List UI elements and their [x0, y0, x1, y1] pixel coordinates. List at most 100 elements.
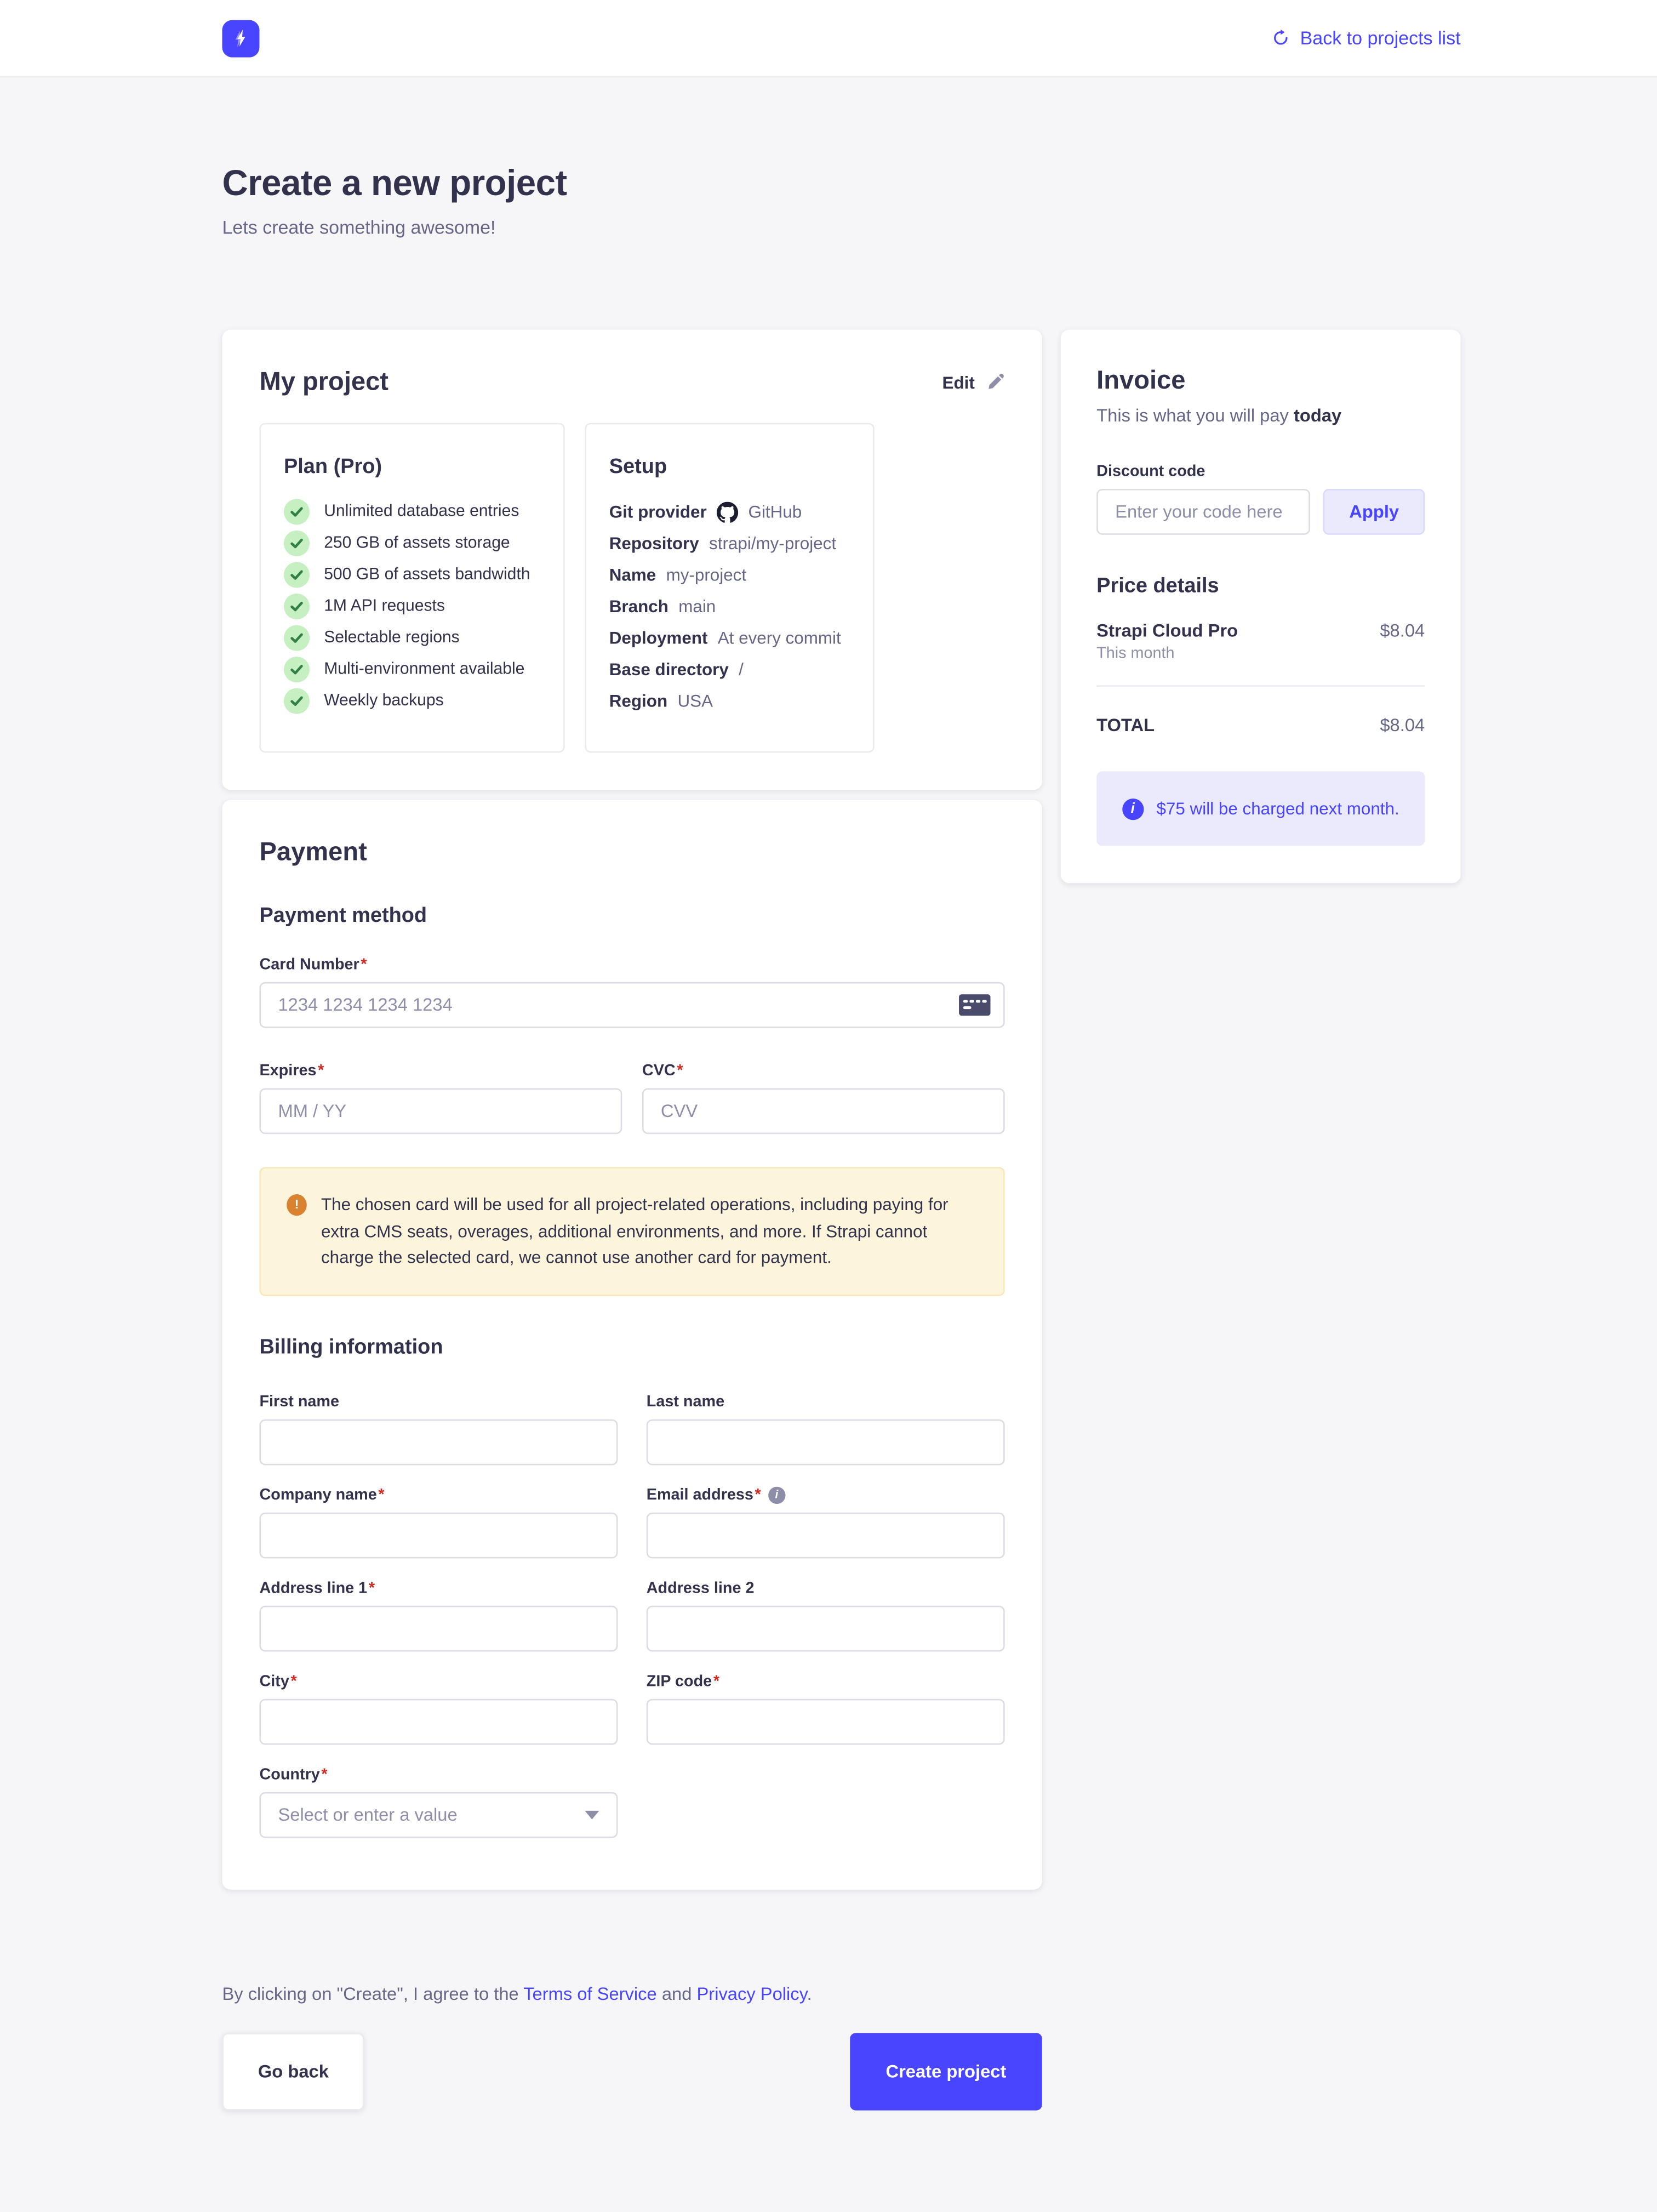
my-project-title: My project	[259, 367, 388, 397]
company-name-input[interactable]	[259, 1512, 618, 1558]
zip-code-field: ZIP code*	[647, 1673, 1005, 1744]
card-number-input[interactable]	[259, 982, 1004, 1028]
last-name-field: Last name	[647, 1393, 1005, 1465]
expires-input[interactable]	[259, 1088, 622, 1134]
invoice-total-row: TOTAL $8.04	[1096, 715, 1425, 736]
back-link-label: Back to projects list	[1300, 27, 1461, 49]
setup-row-branch: Branch main	[609, 594, 850, 619]
payment-card: Payment Payment method Card Number*	[222, 800, 1042, 1890]
app-header: Back to projects list	[0, 0, 1657, 77]
plan-box: Plan (Pro) Unlimited database entries 25…	[259, 423, 564, 753]
country-label: Country*	[259, 1766, 618, 1783]
billing-information-title: Billing information	[259, 1336, 1004, 1359]
total-amount: $8.04	[1380, 715, 1425, 736]
apply-button[interactable]: Apply	[1323, 489, 1425, 535]
plan-feature: 250 GB of assets storage	[284, 531, 540, 556]
check-icon	[284, 688, 310, 714]
first-name-label: First name	[259, 1393, 618, 1410]
edit-button-label: Edit	[942, 372, 975, 392]
last-name-input[interactable]	[647, 1419, 1005, 1465]
setup-row-deployment: Deployment At every commit	[609, 625, 850, 651]
check-icon	[284, 594, 310, 619]
check-icon	[284, 657, 310, 682]
info-icon[interactable]: i	[768, 1486, 785, 1503]
plan-feature: Multi-environment available	[284, 657, 540, 682]
discount-code-input[interactable]	[1096, 489, 1310, 535]
expires-label: Expires*	[259, 1062, 622, 1079]
required-asterisk: *	[713, 1673, 719, 1690]
setup-row-repository: Repository strapi/my-project	[609, 531, 850, 556]
rotate-arrow-icon	[1271, 28, 1290, 47]
next-month-charge-note: i $75 will be charged next month.	[1096, 771, 1425, 846]
invoice-title: Invoice	[1096, 366, 1425, 396]
next-month-charge-text: $75 will be charged next month.	[1156, 799, 1399, 819]
payment-method-title: Payment method	[259, 905, 1004, 928]
total-label: TOTAL	[1096, 715, 1155, 736]
country-select[interactable]: Select or enter a value	[259, 1792, 618, 1838]
address-line-2-field: Address line 2	[647, 1580, 1005, 1651]
card-usage-warning-text: The chosen card will be used for all pro…	[321, 1191, 978, 1272]
right-column: Invoice This is what you will pay today …	[1061, 330, 1461, 883]
required-asterisk: *	[755, 1486, 761, 1503]
create-project-button[interactable]: Create project	[850, 2033, 1042, 2110]
required-asterisk: *	[361, 956, 367, 973]
required-asterisk: *	[677, 1062, 683, 1079]
invoice-divider	[1096, 685, 1425, 687]
payment-title: Payment	[259, 837, 1004, 868]
required-asterisk: *	[321, 1766, 327, 1783]
email-address-field: Email address* i	[647, 1486, 1005, 1558]
address-line-2-input[interactable]	[647, 1605, 1005, 1651]
first-name-input[interactable]	[259, 1419, 618, 1465]
plan-feature: Selectable regions	[284, 625, 540, 651]
plan-feature: Unlimited database entries	[284, 499, 540, 525]
line-item-amount: $8.04	[1380, 621, 1425, 641]
back-to-projects-link[interactable]: Back to projects list	[1271, 27, 1460, 49]
plan-feature: 1M API requests	[284, 594, 540, 619]
setup-row-base-directory: Base directory /	[609, 657, 850, 682]
edit-button[interactable]: Edit	[942, 372, 1005, 392]
address-line-1-input[interactable]	[259, 1605, 618, 1651]
city-label: City*	[259, 1673, 618, 1690]
terms-of-service-link[interactable]: Terms of Service	[523, 1984, 657, 2004]
go-back-button[interactable]: Go back	[222, 2033, 364, 2110]
check-icon	[284, 499, 310, 525]
strapi-logo[interactable]	[222, 19, 259, 56]
check-icon	[284, 625, 310, 651]
required-asterisk: *	[369, 1580, 375, 1597]
plan-title: Plan (Pro)	[284, 456, 540, 479]
first-name-field: First name	[259, 1393, 618, 1465]
country-select-placeholder: Select or enter a value	[278, 1805, 457, 1825]
last-name-label: Last name	[647, 1393, 1005, 1410]
expires-field: Expires*	[259, 1062, 622, 1134]
privacy-policy-link[interactable]: Privacy Policy	[696, 1984, 807, 2004]
zip-code-input[interactable]	[647, 1698, 1005, 1744]
credit-card-icon	[959, 994, 991, 1016]
city-field: City*	[259, 1673, 618, 1744]
email-address-input[interactable]	[647, 1512, 1005, 1558]
setup-row-name: Name my-project	[609, 562, 850, 588]
check-icon	[284, 531, 310, 556]
terms-agreement-text: By clicking on "Create", I agree to the …	[222, 1984, 1460, 2004]
invoice-card: Invoice This is what you will pay today …	[1061, 330, 1461, 883]
required-asterisk: *	[290, 1673, 296, 1690]
address-line-1-field: Address line 1*	[259, 1580, 618, 1651]
pencil-icon	[986, 373, 1005, 391]
company-name-field: Company name*	[259, 1486, 618, 1558]
plan-feature: Weekly backups	[284, 688, 540, 714]
country-field: Country* Select or enter a value	[259, 1766, 618, 1838]
required-asterisk: *	[318, 1062, 324, 1079]
line-item-name: Strapi Cloud Pro	[1096, 621, 1238, 641]
city-input[interactable]	[259, 1698, 618, 1744]
exclamation-icon: !	[287, 1194, 307, 1216]
zip-code-label: ZIP code*	[647, 1673, 1005, 1690]
plan-feature: 500 GB of assets bandwidth	[284, 562, 540, 588]
email-address-label: Email address*	[647, 1486, 761, 1503]
my-project-card: My project Edit	[222, 330, 1042, 790]
company-name-label: Company name*	[259, 1486, 618, 1503]
cvc-input[interactable]	[642, 1088, 1005, 1134]
setup-box: Setup Git provider GitHub Repository s	[585, 423, 874, 753]
invoice-line-item: Strapi Cloud Pro $8.04	[1096, 621, 1425, 641]
page-title: Create a new project	[222, 163, 1460, 205]
left-column: My project Edit	[222, 330, 1042, 1890]
page-subtitle: Lets create something awesome!	[222, 216, 1460, 238]
